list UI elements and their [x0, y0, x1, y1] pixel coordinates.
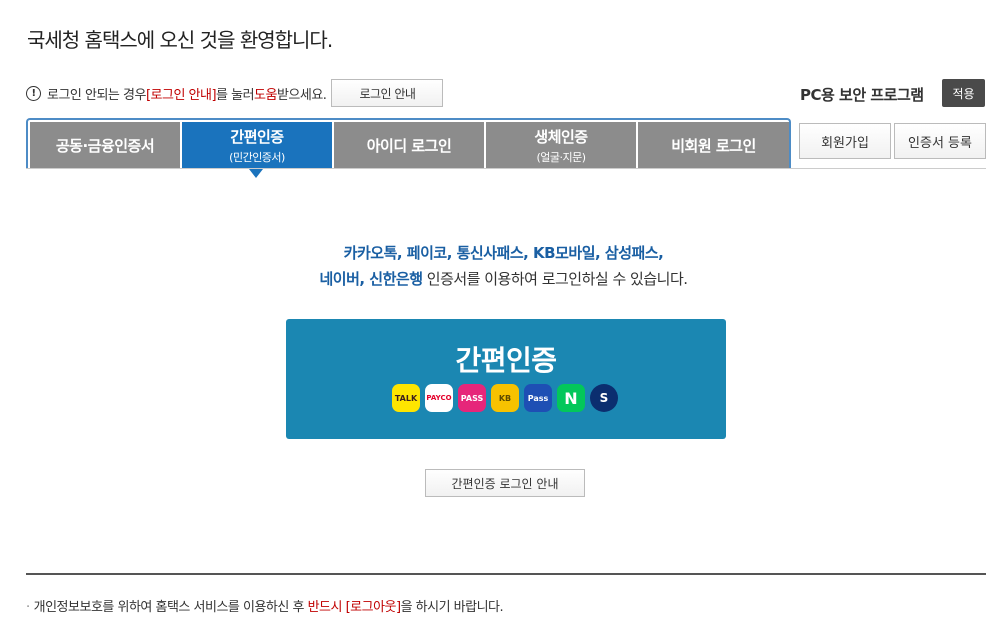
tab-joint-certificate[interactable]: 공동·금융인증서: [30, 122, 180, 169]
provider-logos: TALK PAYCO PASS KB Pass N S: [392, 384, 618, 412]
footer-highlight-1: 반드시: [307, 600, 346, 615]
providers-line-2: 네이버, 신한은행: [319, 270, 423, 288]
help-text-1: 로그인 안되는 경우: [47, 87, 146, 103]
simple-auth-guide-button[interactable]: 간편인증 로그인 안내: [425, 469, 585, 497]
pass-icon: PASS: [458, 384, 486, 412]
tab-sublabel: (얼굴·지문): [536, 151, 586, 164]
samsung-pass-icon: Pass: [524, 384, 552, 412]
tab-biometric[interactable]: 생체인증 (얼굴·지문): [486, 122, 636, 169]
payco-icon: PAYCO: [425, 384, 453, 412]
tab-label: 생체인증: [534, 128, 588, 146]
footer-text-2: 을 하시기 바랍니다.: [400, 600, 504, 615]
simple-auth-button[interactable]: 간편인증 TALK PAYCO PASS KB Pass N S: [286, 319, 726, 439]
tab-label: 비회원 로그인: [671, 137, 756, 155]
footer-divider: [26, 573, 986, 575]
tab-label: 아이디 로그인: [366, 137, 452, 155]
security-program-label: PC용 보안 프로그램: [800, 86, 924, 104]
tab-label: 공동·금융인증서: [55, 137, 155, 155]
description-suffix: 인증서를 이용하여 로그인하실 수 있습니다.: [422, 270, 688, 288]
tab-id-login[interactable]: 아이디 로그인: [334, 122, 484, 169]
login-guide-button[interactable]: 로그인 안내: [331, 79, 444, 107]
simple-auth-description: 카카오톡, 페이코, 통신사패스, KB모바일, 삼성패스, 네이버, 신한은행…: [0, 240, 1007, 292]
help-login-guide-text: [로그인 안내]: [145, 87, 217, 103]
simple-auth-button-label: 간편인증: [455, 344, 557, 377]
help-highlight: 도움: [254, 87, 277, 103]
providers-line-1: 카카오톡, 페이코, 통신사패스, KB모바일, 삼성패스,: [343, 244, 664, 262]
tab-guest-login[interactable]: 비회원 로그인: [638, 122, 789, 169]
bullet-icon: ·: [26, 600, 30, 615]
shinhan-bank-icon: S: [590, 384, 618, 412]
kakao-talk-icon: TALK: [392, 384, 420, 412]
login-tabs: 공동·금융인증서 간편인증 (민간인증서) 아이디 로그인 생체인증 (얼굴·지…: [26, 118, 791, 169]
naver-icon: N: [557, 384, 585, 412]
footer-logout-text: [로그아웃]: [345, 600, 401, 615]
security-apply-button[interactable]: 적용: [942, 79, 985, 107]
active-tab-arrow-icon: [249, 169, 263, 178]
footer-text-1: 개인정보보호를 위하여 홈택스 서비스를 이용하신 후: [33, 600, 308, 615]
register-certificate-button[interactable]: 인증서 등록: [894, 123, 986, 159]
tabs-divider: [26, 168, 986, 169]
footer-notice: · 개인정보보호를 위하여 홈택스 서비스를 이용하신 후 반드시 [로그아웃]을…: [26, 596, 504, 615]
exclamation-icon: !: [26, 85, 41, 101]
help-text-2: 를 눌러: [216, 87, 255, 103]
tab-sublabel: (민간인증서): [229, 151, 285, 164]
login-help-row: ! 로그인 안되는 경우 [로그인 안내] 를 눌러 도움 받으세요. 로그인 …: [26, 79, 444, 107]
kb-icon: KB: [491, 384, 519, 412]
tab-simple-auth[interactable]: 간편인증 (민간인증서): [182, 122, 332, 169]
tab-label: 간편인증: [230, 128, 284, 146]
signup-button[interactable]: 회원가입: [799, 123, 891, 159]
help-text-3: 받으세요.: [276, 87, 327, 103]
page-title: 국세청 홈택스에 오신 것을 환영합니다.: [27, 28, 333, 52]
